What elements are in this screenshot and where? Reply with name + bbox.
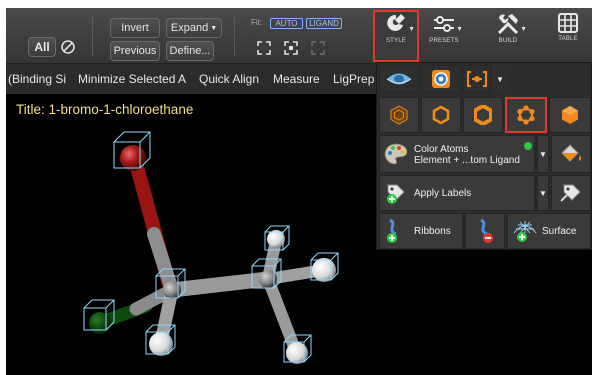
visibility-eye-cell[interactable]	[379, 65, 419, 93]
presets-button[interactable]: PRESETS ▼	[423, 12, 465, 60]
build-button[interactable]: BUILD ▼	[487, 12, 529, 60]
surface-add-icon	[513, 221, 537, 242]
palette-icon	[384, 143, 408, 165]
menu-item-binding-site[interactable]: (Binding Si	[8, 72, 66, 86]
ball-and-stick-icon	[517, 105, 535, 125]
style-icon	[387, 14, 405, 31]
chevron-down-icon: ▼	[456, 26, 463, 33]
label-tag-remove-icon	[560, 184, 581, 202]
wireframe-icon	[390, 105, 408, 125]
surface-cell[interactable]: Surface	[507, 213, 591, 249]
table-icon	[558, 13, 578, 33]
fit-ligand-toggle[interactable]: LIGAND	[306, 18, 342, 29]
bracket-cell[interactable]	[463, 65, 491, 93]
chevron-down-icon: ▼	[210, 24, 218, 32]
bond-ch4	[262, 273, 302, 358]
remove-ribbons-cell[interactable]	[465, 213, 505, 249]
style-thick-tube-cell[interactable]	[463, 97, 503, 133]
ribbons-label: Ribbons	[414, 226, 451, 237]
color-atoms-label: Color Atoms Element + ...tom Ligand	[414, 144, 520, 166]
atom-br	[120, 145, 146, 171]
bracket-atoms-icon	[467, 71, 487, 87]
style-wire-cell[interactable]	[379, 97, 419, 133]
fit-auto-toggle[interactable]: AUTO	[270, 18, 303, 29]
chevron-down-icon[interactable]: ▼	[537, 135, 549, 173]
style-label: STYLE	[385, 38, 406, 44]
chevron-down-icon: ▼	[408, 26, 415, 33]
menu-item-minimize-selected[interactable]: Minimize Selected A	[78, 72, 186, 86]
target-cell[interactable]	[421, 65, 461, 93]
ribbons-cell[interactable]: Ribbons	[379, 213, 463, 249]
invert-button[interactable]: Invert	[110, 18, 160, 38]
status-dot	[524, 142, 532, 150]
atom-cl	[89, 312, 111, 334]
table-button[interactable]: TABLE	[547, 12, 589, 60]
fit-label: Fit:	[251, 18, 263, 27]
cpk-spheres-icon	[562, 106, 578, 124]
menu-item-ligprep[interactable]: LigPrep	[333, 72, 374, 86]
presets-label: PRESETS	[429, 38, 459, 44]
style-ball-stick-cell[interactable]	[505, 97, 547, 133]
table-label: TABLE	[558, 36, 578, 42]
chevron-down-icon[interactable]: ▼	[537, 175, 549, 211]
style-button[interactable]: STYLE ▼	[373, 10, 419, 62]
paint-bucket-icon	[561, 144, 581, 162]
ribbon-add-icon	[387, 218, 397, 243]
color-atoms-scheme: Element + ...tom Ligand	[414, 155, 520, 166]
color-atoms-cell[interactable]: Color Atoms Element + ...tom Ligand	[379, 135, 535, 173]
color-atoms-title: Color Atoms	[414, 144, 469, 155]
style-tube-cell[interactable]	[421, 97, 461, 133]
label-tag-add-icon	[387, 184, 405, 204]
atom-h2	[267, 230, 285, 248]
eye-icon	[386, 73, 412, 85]
paint-bucket-cell[interactable]	[551, 135, 591, 173]
previous-button[interactable]: Previous	[110, 41, 160, 61]
apply-labels-label: Apply Labels	[414, 188, 472, 199]
build-icon	[497, 14, 519, 35]
tube-icon	[432, 105, 450, 125]
fit-ligand-icon[interactable]	[306, 39, 330, 57]
fit-selection-icon[interactable]	[279, 39, 303, 57]
expand-button[interactable]: Expand ▼	[166, 18, 222, 38]
deselect-icon[interactable]	[56, 38, 80, 56]
ribbon-remove-icon	[480, 218, 493, 243]
build-label: BUILD	[498, 38, 518, 44]
main-toolbar: All Invert Expand ▼ Previous Define... F…	[6, 8, 592, 64]
thick-tube-icon	[474, 105, 492, 125]
style-panel: ▼ Color Atoms Element + ...tom Ligand ▼ …	[376, 62, 592, 250]
style-cpk-cell[interactable]	[549, 97, 591, 133]
menu-item-quick-align[interactable]: Quick Align	[199, 72, 259, 86]
define-button[interactable]: Define...	[166, 41, 214, 61]
expand-label: Expand	[170, 22, 209, 34]
presets-icon	[434, 16, 454, 32]
target-box-icon	[432, 70, 450, 88]
chevron-down-icon[interactable]: ▼	[493, 65, 507, 93]
chevron-down-icon: ▼	[520, 26, 527, 33]
apply-labels-cell[interactable]: Apply Labels	[379, 175, 535, 211]
menu-item-measure[interactable]: Measure	[273, 72, 320, 86]
surface-label: Surface	[542, 226, 577, 237]
select-all-button[interactable]: All	[28, 37, 56, 57]
fit-all-icon[interactable]	[252, 39, 276, 57]
remove-labels-cell[interactable]	[551, 175, 591, 211]
